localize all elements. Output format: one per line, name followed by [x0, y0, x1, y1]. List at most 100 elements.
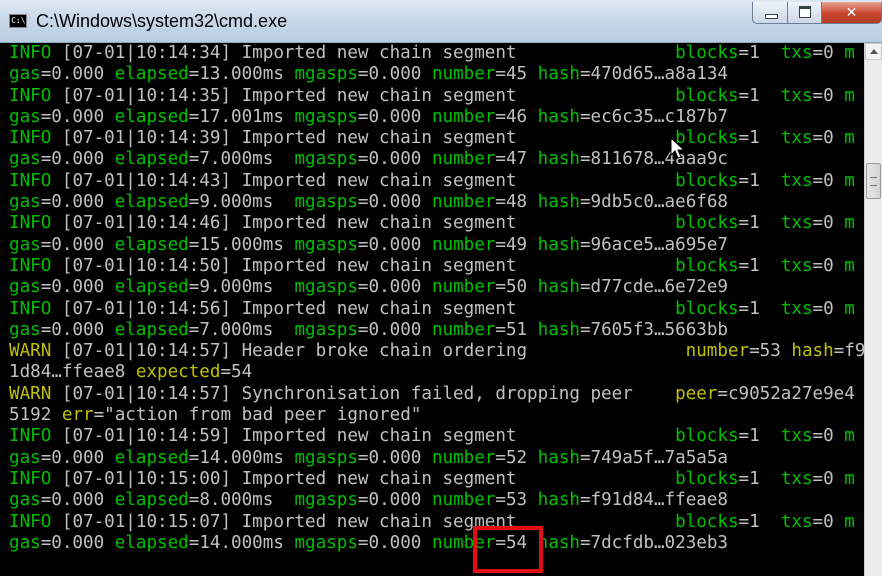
console-key: gas	[9, 106, 41, 127]
console-text: =7.000ms	[188, 319, 295, 340]
console-key: INFO	[9, 255, 52, 276]
console-text: =0.000	[40, 149, 115, 170]
console-line: gas=0.000 elapsed=15.000ms mgasps=0.000 …	[9, 235, 864, 256]
title-bar[interactable]: C:\ C:\Windows\system32\cmd.exe ✕	[0, 0, 882, 43]
close-button[interactable]: ✕	[822, 2, 882, 24]
maximize-button[interactable]	[788, 2, 822, 24]
console-text: =0	[812, 213, 845, 234]
console-key: hash	[537, 149, 580, 170]
console-key: gas	[9, 532, 41, 553]
console-line: INFO [07-01|10:14:34] Imported new chain…	[9, 43, 864, 64]
console-key: INFO	[9, 298, 52, 319]
console-text: =1	[738, 128, 781, 149]
console-key: mgasps	[294, 192, 358, 213]
console-key: INFO	[9, 85, 52, 106]
console-key: hash	[537, 192, 580, 213]
console-key: blocks	[675, 85, 739, 106]
console-key: elapsed	[114, 192, 189, 213]
console-key: hash	[537, 234, 580, 255]
console-text: =45	[495, 64, 538, 85]
console-text: [07-01|10:14:57] Header broke chain orde…	[51, 341, 686, 362]
console-key: number	[431, 490, 496, 511]
console-text: =53	[495, 490, 538, 511]
minimize-button[interactable]	[752, 2, 788, 24]
console-line: 5192 err="action from bad peer ignored"	[9, 405, 864, 426]
console-key: INFO	[9, 511, 52, 532]
console-text: [07-01|10:14:43] Imported new chain segm…	[51, 170, 676, 191]
console-key: mgasps	[294, 64, 358, 85]
console-key: elapsed	[114, 106, 189, 127]
console-text: =0.000	[357, 532, 432, 553]
console-line: INFO [07-01|10:14:43] Imported new chain…	[9, 171, 864, 192]
console-text: =0	[812, 298, 845, 319]
console-key: number	[431, 277, 496, 298]
scroll-thumb[interactable]	[866, 163, 881, 199]
console-line: gas=0.000 elapsed=13.000ms mgasps=0.000 …	[9, 64, 864, 85]
scroll-up-button[interactable]	[865, 43, 882, 60]
console-key: gas	[9, 149, 41, 170]
console-text: =1	[738, 298, 781, 319]
console-line: gas=0.000 elapsed=17.001ms mgasps=0.000 …	[9, 107, 864, 128]
console-text: =d77cde…6e72e9	[579, 277, 728, 298]
console-key: m	[844, 128, 855, 149]
console-key: elapsed	[114, 490, 189, 511]
console-key: elapsed	[114, 234, 189, 255]
console-line: WARN [07-01|10:14:57] Synchronisation fa…	[9, 384, 864, 405]
console-key: blocks	[675, 213, 739, 234]
console-output[interactable]: INFO [07-01|10:14:34] Imported new chain…	[0, 43, 864, 576]
console-line: gas=0.000 elapsed=14.000ms mgasps=0.000 …	[9, 533, 864, 554]
console-text: =0	[812, 128, 845, 149]
console-key: elapsed	[114, 149, 189, 170]
console-text: =811678…4aaa9c	[579, 149, 728, 170]
console-line: gas=0.000 elapsed=9.000ms mgasps=0.000 n…	[9, 277, 864, 298]
console-key: elapsed	[114, 532, 189, 553]
console-text: [07-01|10:15:00] Imported new chain segm…	[51, 468, 676, 489]
console-text: =0	[812, 255, 845, 276]
cmd-window: C:\ C:\Windows\system32\cmd.exe ✕ INFO […	[0, 0, 882, 576]
console-key: number	[431, 149, 496, 170]
console-key: m	[844, 511, 855, 532]
console-key: hash	[791, 341, 834, 362]
console-text: =0	[812, 43, 845, 63]
console-key: peer	[675, 383, 718, 404]
console-text: =54	[220, 362, 253, 383]
console-text: =14.000ms	[188, 532, 295, 553]
console-text: =0.000	[357, 64, 432, 85]
console-key: elapsed	[114, 64, 189, 85]
console-key: INFO	[9, 468, 52, 489]
console-text: =f91d84…ffeae8	[579, 490, 728, 511]
console-line: INFO [07-01|10:14:35] Imported new chain…	[9, 86, 864, 107]
console-key: gas	[9, 277, 41, 298]
console-text: [07-01|10:14:50] Imported new chain segm…	[51, 255, 676, 276]
console-key: number	[431, 64, 496, 85]
console-key: blocks	[675, 426, 739, 447]
console-text: [07-01|10:14:56] Imported new chain segm…	[51, 298, 676, 319]
console-text: =13.000ms	[188, 64, 295, 85]
console-key: hash	[537, 532, 580, 553]
vertical-scrollbar[interactable]	[864, 43, 882, 576]
console-text: =14.000ms	[188, 447, 295, 468]
console-text: =9.000ms	[188, 192, 295, 213]
window-title: C:\Windows\system32\cmd.exe	[36, 11, 288, 31]
close-icon: ✕	[845, 5, 858, 21]
console-text: =7dcfdb…023eb3	[579, 532, 728, 553]
console-key: blocks	[675, 43, 739, 63]
console-text: =8.000ms	[188, 490, 295, 511]
console-key: number	[685, 341, 750, 362]
console-key: elapsed	[114, 447, 189, 468]
console-key: number	[431, 447, 496, 468]
console-text: [07-01|10:14:34] Imported new chain segm…	[51, 43, 676, 63]
console-text: =53	[749, 341, 792, 362]
console-text: =0.000	[40, 490, 115, 511]
console-key: WARN	[9, 341, 52, 362]
console-key: mgasps	[294, 106, 358, 127]
console-key: hash	[537, 106, 580, 127]
console-key: hash	[537, 64, 580, 85]
console-key: gas	[9, 319, 41, 340]
console-text: =0	[812, 426, 845, 447]
console-key: elapsed	[114, 319, 189, 340]
console-text: [07-01|10:14:39] Imported new chain segm…	[51, 128, 676, 149]
console-text: =0	[812, 511, 845, 532]
console-text: =48	[495, 192, 538, 213]
console-key: txs	[780, 128, 813, 149]
